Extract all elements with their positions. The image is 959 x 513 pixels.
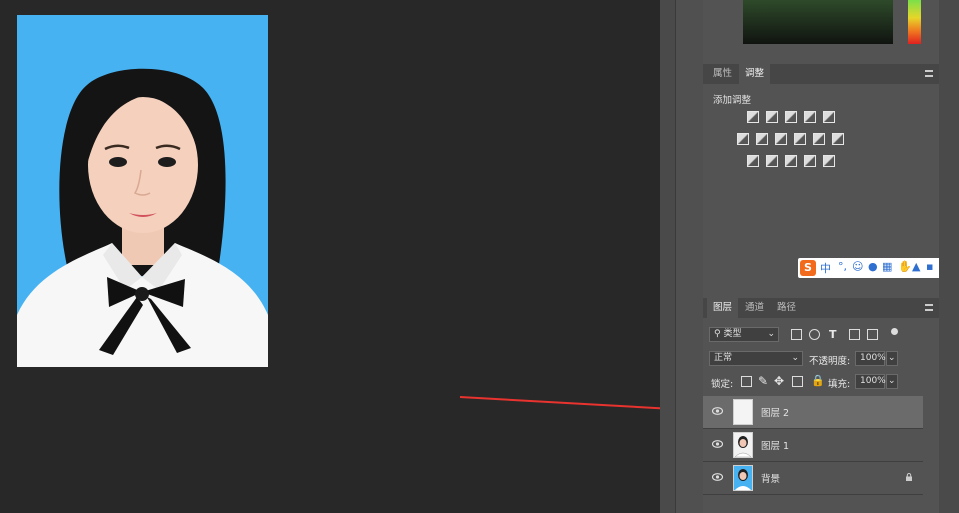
lock-label: 锁定: (711, 379, 734, 390)
black-white-icon[interactable] (775, 133, 787, 145)
sogou-logo-icon[interactable]: S (800, 260, 816, 276)
canvas-scrollbar[interactable] (660, 0, 675, 513)
brightness-contrast-icon[interactable] (747, 111, 759, 123)
color-panel (703, 0, 939, 60)
color-picker-field[interactable] (743, 0, 893, 44)
fill-label: 填充: (828, 379, 851, 390)
collapsed-panel-strip (675, 0, 704, 513)
layer-row-background[interactable]: 背景 (703, 462, 923, 495)
punctuation-icon[interactable]: °, (838, 260, 847, 273)
tab-channels[interactable]: 通道 (739, 298, 770, 318)
panel-menu-icon[interactable] (925, 70, 933, 77)
tab-layers[interactable]: 图层 (707, 298, 739, 318)
selective-color-icon[interactable] (823, 155, 835, 167)
grid-icon[interactable]: ▪ (926, 260, 933, 273)
emoji-icon[interactable]: ☺ (852, 260, 863, 273)
smart-object-filter-icon[interactable] (867, 329, 878, 340)
add-adjustment-label: 添加调整 (713, 95, 752, 106)
layer-filter-row: ⚲ 类型 ⌄ T (703, 324, 939, 346)
adjustment-filter-icon[interactable] (809, 329, 820, 340)
color-balance-icon[interactable] (756, 133, 768, 145)
posterize-icon[interactable] (766, 155, 778, 167)
curves-icon[interactable] (785, 111, 797, 123)
document-canvas[interactable] (0, 0, 705, 513)
id-photo-image (17, 15, 268, 367)
filter-kind-select[interactable]: ⚲ 类型 ⌄ (709, 327, 779, 342)
blend-opacity-row: 正常 ⌄ 不透明度: 100% ⌄ (703, 348, 939, 370)
skin-icon[interactable]: ▲ (912, 260, 920, 273)
hue-saturation-icon[interactable] (737, 133, 749, 145)
layers-panel-tabs: 图层 通道 路径 (703, 298, 939, 318)
shape-filter-icon[interactable] (849, 329, 860, 340)
panel-dock-edge (939, 0, 959, 513)
vibrance-icon[interactable] (823, 111, 835, 123)
lock-position-icon[interactable]: ✥ (774, 374, 784, 388)
invert-icon[interactable] (747, 155, 759, 167)
levels-icon[interactable] (766, 111, 778, 123)
layer-row-layer2[interactable]: 图层 2 (703, 396, 923, 429)
type-filter-icon[interactable]: T (829, 328, 837, 341)
eye-icon[interactable] (712, 407, 723, 415)
opacity-label: 不透明度: (809, 356, 851, 367)
opacity-dropdown[interactable]: ⌄ (886, 351, 898, 366)
pixel-filter-icon[interactable] (791, 329, 802, 340)
blend-mode-select[interactable]: 正常 ⌄ (709, 351, 803, 366)
lock-icon (906, 473, 912, 481)
properties-panel-tabs: 属性 调整 (703, 64, 939, 84)
lock-image-icon[interactable]: ✎ (758, 374, 768, 388)
chevron-down-icon: ⌄ (767, 329, 775, 339)
opacity-input[interactable]: 100% (855, 351, 886, 366)
hand-icon[interactable]: ✋ (898, 260, 912, 273)
chevron-down-icon: ⌄ (791, 353, 799, 363)
lock-fill-row: 锁定: ✎ ✥ 🔒 填充: 100% ⌄ (703, 371, 939, 393)
microphone-icon[interactable]: ● (868, 260, 878, 273)
fill-dropdown[interactable]: ⌄ (886, 374, 898, 389)
channel-mixer-icon[interactable] (813, 133, 825, 145)
layer-thumbnail (733, 432, 753, 458)
eye-icon[interactable] (712, 473, 723, 481)
keyboard-icon[interactable]: ▦ (882, 260, 892, 273)
right-panels: 属性 调整 添加调整 S 中 °, ☺ ● ▦ ✋ ▲ ▪ 图层 通道 路径 ⚲… (703, 0, 942, 513)
layers-menu-icon[interactable] (925, 304, 933, 311)
threshold-icon[interactable] (785, 155, 797, 167)
hue-slider[interactable] (908, 0, 921, 44)
lock-all-icon[interactable]: 🔒 (811, 374, 825, 387)
lock-artboard-icon[interactable] (792, 376, 803, 387)
layer-name[interactable]: 背景 (761, 471, 780, 485)
layer-thumbnail (733, 399, 753, 425)
ime-mode-toggle[interactable]: 中 (820, 260, 831, 276)
layer-thumbnail (733, 465, 753, 491)
layer-name[interactable]: 图层 2 (761, 405, 789, 419)
tab-properties[interactable]: 属性 (707, 64, 738, 84)
blend-mode-value: 正常 (714, 353, 733, 363)
layer-name[interactable]: 图层 1 (761, 438, 789, 452)
tab-paths[interactable]: 路径 (771, 298, 802, 318)
filter-kind-value: 类型 (723, 329, 742, 339)
ime-toolbar: S 中 °, ☺ ● ▦ ✋ ▲ ▪ (798, 258, 942, 278)
layer-row-layer1[interactable]: 图层 1 (703, 429, 923, 462)
lock-transparent-icon[interactable] (741, 376, 752, 387)
filter-toggle-icon[interactable] (891, 328, 898, 335)
fill-input[interactable]: 100% (855, 374, 886, 389)
gradient-map-icon[interactable] (804, 155, 816, 167)
photo-filter-icon[interactable] (794, 133, 806, 145)
tab-adjustments[interactable]: 调整 (739, 64, 771, 84)
exposure-icon[interactable] (804, 111, 816, 123)
color-lookup-icon[interactable] (832, 133, 844, 145)
eye-icon[interactable] (712, 440, 723, 448)
